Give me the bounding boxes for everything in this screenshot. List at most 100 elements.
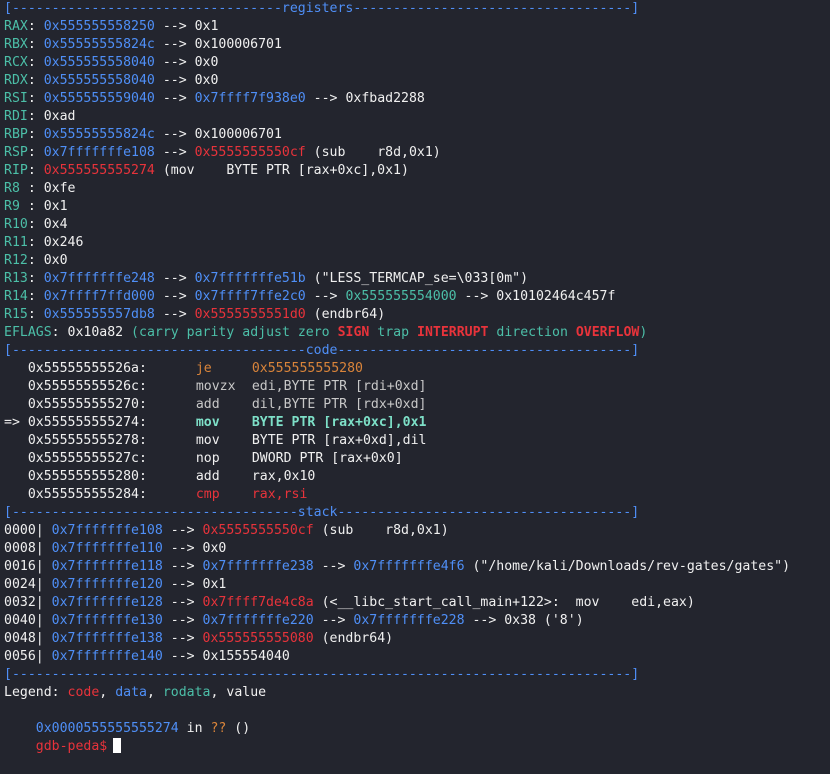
register-separator: : xyxy=(27,109,44,124)
register-value-segment: 0x7fffffffe248 xyxy=(43,271,155,286)
stack-entry: 0024| 0x7fffffffe120 --> 0x1 xyxy=(4,576,830,594)
legend-comma: , xyxy=(210,685,227,700)
register-value-segment: 0x7ffff7ffe2c0 xyxy=(194,289,306,304)
register-name: RBP xyxy=(4,127,28,142)
register-name: R13 xyxy=(4,271,28,286)
stack-offset: 0024| xyxy=(4,577,44,592)
legend-item: rodata xyxy=(162,685,211,700)
register-name: RCX xyxy=(4,55,28,70)
register-separator: : xyxy=(27,73,44,88)
register-value-segment: 0x10102464c457f xyxy=(496,289,616,304)
text-cursor[interactable] xyxy=(113,738,122,753)
register-value-segment: --> xyxy=(154,127,195,142)
stack-space xyxy=(44,613,52,628)
eflags-flag: zero xyxy=(297,325,330,340)
eflags-separator: : xyxy=(51,325,68,340)
code-line: 0x55555555527c: nop DWORD PTR [rax+0x0] xyxy=(4,450,830,468)
register-name: R15 xyxy=(4,307,28,322)
code-current-marker xyxy=(4,451,28,466)
code-operands: edi,BYTE PTR [rdi+0xd] xyxy=(251,379,427,394)
eflags-space xyxy=(330,325,338,340)
stack-entry: 0032| 0x7fffffffe128 --> 0x7ffff7de4c8a … xyxy=(4,594,830,612)
register-value-segment: --> xyxy=(305,91,346,106)
stack-value-segment: 0x7fffffffe120 xyxy=(51,577,163,592)
stack-space xyxy=(44,577,52,592)
register-r12: R12: 0x0 xyxy=(4,252,830,270)
stack-value-segment: --> xyxy=(162,523,203,538)
register-value-segment: --> xyxy=(305,289,346,304)
register-rdx: RDX: 0x555555558040 --> 0x0 xyxy=(4,72,830,90)
stack-value-segment: --> xyxy=(162,577,203,592)
register-value-segment: (mov BYTE PTR [rax+0xc],0x1) xyxy=(154,163,409,178)
legend-comma: , xyxy=(146,685,163,700)
register-value-segment: ("LESS_TERMCAP_se=\033[0m") xyxy=(305,271,529,286)
register-name: RSI xyxy=(4,91,28,106)
code-mnemonic: nop xyxy=(195,451,220,466)
register-value-segment: 0x555555558040 xyxy=(43,55,155,70)
register-name: RIP xyxy=(4,163,28,178)
stack-offset: 0056| xyxy=(4,649,44,664)
code-address: 0x555555555280: xyxy=(27,469,147,484)
register-value-segment: --> xyxy=(456,289,497,304)
register-value-segment: 0x0 xyxy=(194,55,219,70)
stack-space xyxy=(44,559,52,574)
register-separator: : xyxy=(27,37,44,52)
stack-value-segment: 0x7fffffffe238 xyxy=(202,559,314,574)
register-separator: : xyxy=(27,145,44,160)
register-value-segment: 0x555555558250 xyxy=(43,19,155,34)
stack-panel: 0000| 0x7fffffffe108 --> 0x5555555550cf … xyxy=(4,522,830,666)
register-separator: : xyxy=(27,19,44,34)
code-address: 0x55555555526c: xyxy=(27,379,147,394)
register-value-segment: 0x4 xyxy=(43,217,68,232)
stack-offset: 0016| xyxy=(4,559,44,574)
register-value-segment: 0x55555555824c xyxy=(43,127,155,142)
register-rdi: RDI: 0xad xyxy=(4,108,830,126)
register-value-segment: --> xyxy=(154,289,195,304)
eflags-space xyxy=(290,325,298,340)
register-value-segment: --> xyxy=(154,271,195,286)
gdb-terminal[interactable]: [----------------------------------regis… xyxy=(0,0,830,754)
code-operands: dil,BYTE PTR [rdx+0xd] xyxy=(251,397,427,412)
stack-value-segment: --> xyxy=(162,595,203,610)
register-name: RDX xyxy=(4,73,28,88)
code-mnemonic: je xyxy=(195,361,212,376)
register-separator: : xyxy=(27,91,44,106)
register-name: RSP xyxy=(4,145,28,160)
register-rcx: RCX: 0x555555558040 --> 0x0 xyxy=(4,54,830,72)
code-line: 0x555555555280: add rax,0x10 xyxy=(4,468,830,486)
code-current-marker xyxy=(4,469,28,484)
stack-entry: 0008| 0x7fffffffe110 --> 0x0 xyxy=(4,540,830,558)
eflags-flag: carry xyxy=(139,325,179,340)
gdb-prompt: gdb-peda$ xyxy=(35,739,108,754)
stack-value-segment: 0x7fffffffe108 xyxy=(51,523,163,538)
code-current-marker xyxy=(4,361,28,376)
code-mnemonic: add xyxy=(195,469,220,484)
register-value-segment: 0x555555557db8 xyxy=(43,307,155,322)
register-value-segment: 0x555555559040 xyxy=(43,91,155,106)
stack-value-segment: ("/home/kali/Downloads/rev-gates/gates") xyxy=(464,559,791,574)
code-current-marker xyxy=(4,487,28,502)
stack-offset: 0008| xyxy=(4,541,44,556)
stack-offset: 0040| xyxy=(4,613,44,628)
register-rbx: RBX: 0x55555555824c --> 0x100006701 xyxy=(4,36,830,54)
register-name: RDI xyxy=(4,109,28,124)
location-address: 0x0000555555555274 xyxy=(35,721,179,736)
stack-space xyxy=(44,523,52,538)
register-value-segment: 0x5555555551d0 xyxy=(194,307,306,322)
stack-value-segment: 0x555555555080 xyxy=(202,631,314,646)
register-rip: RIP: 0x555555555274 (mov BYTE PTR [rax+0… xyxy=(4,162,830,180)
stack-value-segment: --> xyxy=(313,613,354,628)
code-operands: rax,0x10 xyxy=(251,469,316,484)
eflags-space xyxy=(409,325,417,340)
register-value-segment: 0x555555555274 xyxy=(43,163,155,178)
register-value-segment: --> xyxy=(154,145,195,160)
stack-entry: 0040| 0x7fffffffe130 --> 0x7fffffffe220 … xyxy=(4,612,830,630)
eflags-flag: parity xyxy=(186,325,235,340)
register-r14: R14: 0x7ffff7ffd000 --> 0x7ffff7ffe2c0 -… xyxy=(4,288,830,306)
register-value-segment: 0xfbad2288 xyxy=(345,91,425,106)
legend-item: data xyxy=(115,685,147,700)
current-location: 0x0000555555555274 in ?? () xyxy=(4,702,830,736)
eflags-paren: ( xyxy=(123,325,139,340)
legend-comma: , xyxy=(99,685,116,700)
stack-space xyxy=(44,541,52,556)
